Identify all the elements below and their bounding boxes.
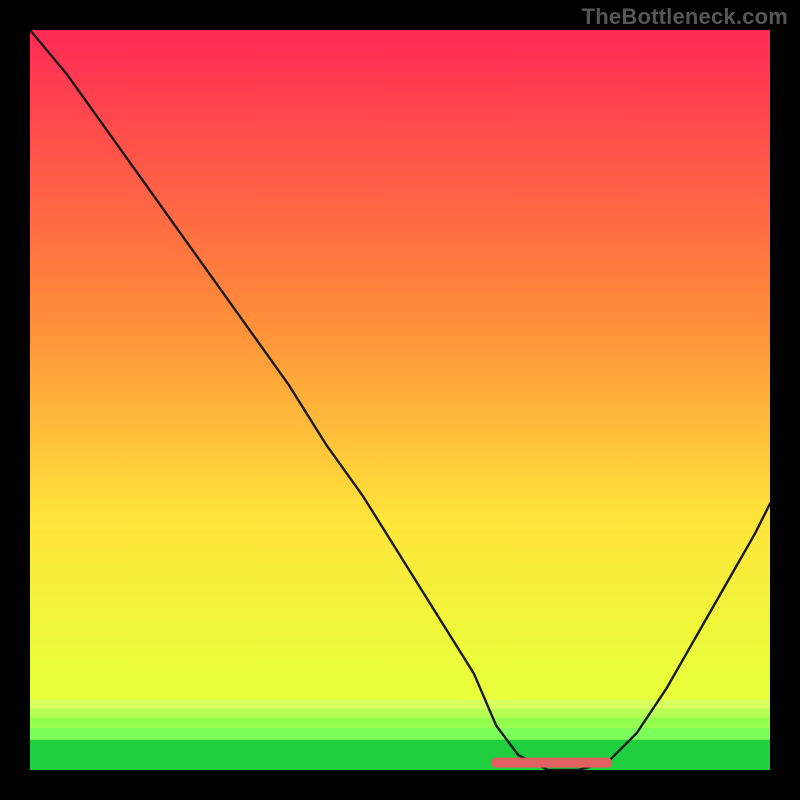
optimal-region-start — [491, 758, 501, 768]
optimal-region-end — [602, 758, 612, 768]
chart-svg — [30, 30, 770, 770]
watermark-text: TheBottleneck.com — [582, 4, 788, 30]
plot-area — [30, 30, 770, 770]
chart-container: TheBottleneck.com — [0, 0, 800, 800]
